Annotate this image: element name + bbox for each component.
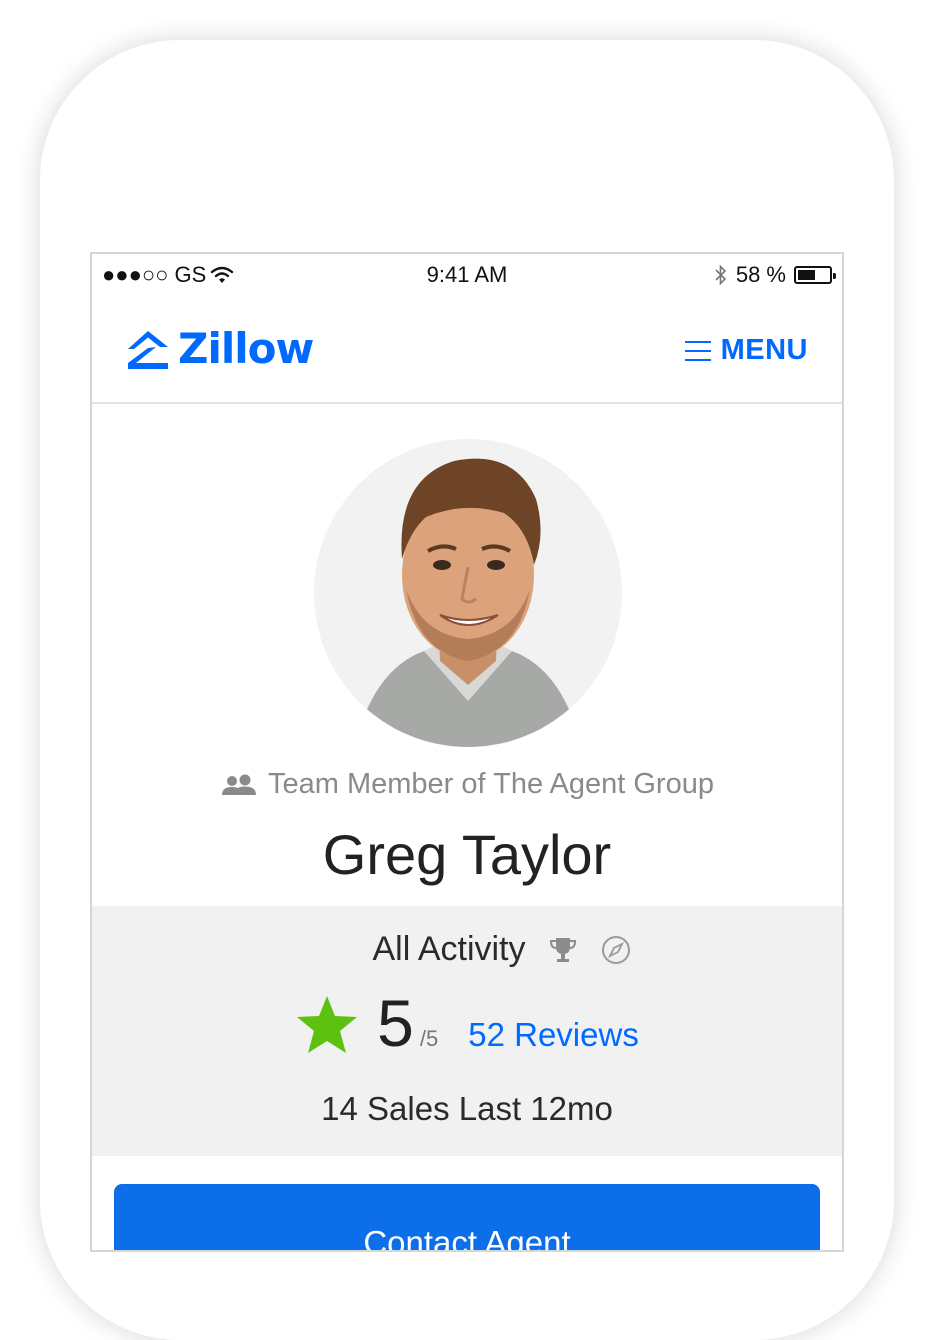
rating-scale: /5 xyxy=(419,1026,439,1051)
rating-value: 5 xyxy=(377,986,414,1060)
agent-avatar xyxy=(314,439,622,747)
team-membership: Team Member of The Agent Group xyxy=(92,768,842,801)
battery-tip xyxy=(833,273,836,279)
logo-text: Zillow xyxy=(178,324,314,373)
team-text: Team Member of The Agent Group xyxy=(268,768,714,800)
zillow-logo[interactable]: Zillow xyxy=(126,324,314,373)
status-bar: ●●●○○ GS 9:41 AM 58 % xyxy=(92,254,842,298)
activity-row: All Activity xyxy=(92,930,842,969)
battery-percent: 58 % xyxy=(735,262,786,287)
sales-summary: 14 Sales Last 12mo xyxy=(321,1090,613,1127)
compass-icon[interactable] xyxy=(600,934,632,966)
app-header: Zillow MENU xyxy=(92,298,842,404)
battery-icon xyxy=(794,266,836,284)
bluetooth-icon xyxy=(715,264,726,286)
menu-button[interactable]: MENU xyxy=(684,334,808,367)
app-screen: ●●●○○ GS 9:41 AM 58 % Zillow MENU Team M… xyxy=(90,252,844,1252)
agent-photo xyxy=(314,439,622,747)
star-icon xyxy=(297,996,358,1053)
agent-name: Greg Taylor xyxy=(322,823,612,886)
hamburger-icon xyxy=(684,340,711,361)
status-right: 58 % xyxy=(714,262,836,288)
battery-level xyxy=(798,270,816,280)
reviews-link[interactable]: 52 Reviews xyxy=(468,1016,639,1054)
trophy-icon[interactable] xyxy=(548,935,578,965)
zillow-logo-icon xyxy=(128,330,168,369)
rating-row: 5 /5 52 Reviews xyxy=(92,990,842,1056)
stats-panel: All Activity 5 /5 52 Reviews 14 Sales La… xyxy=(92,906,842,1156)
activity-filter[interactable]: All Activity xyxy=(372,930,525,969)
menu-label: MENU xyxy=(720,334,808,366)
team-icon xyxy=(222,774,256,795)
